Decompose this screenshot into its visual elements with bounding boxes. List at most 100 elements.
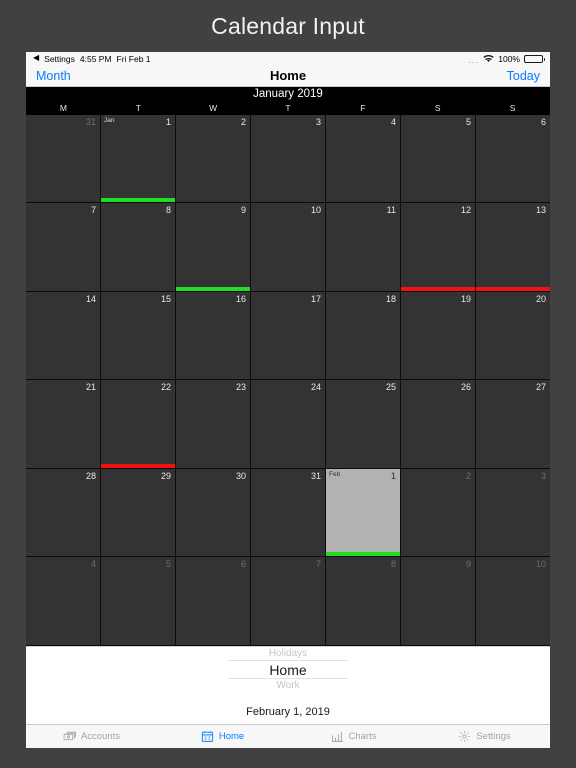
calendar-day-cell[interactable]: Feb 1 bbox=[326, 468, 401, 557]
day-number: 22 bbox=[160, 382, 171, 393]
day-number: 30 bbox=[235, 470, 246, 481]
day-number: 15 bbox=[160, 293, 171, 304]
today-button[interactable]: Today bbox=[507, 69, 540, 83]
day-number: 20 bbox=[535, 293, 546, 304]
day-number: 8 bbox=[390, 559, 396, 570]
event-bar-red[interactable] bbox=[401, 286, 475, 291]
calendar-day-cell[interactable]: 29 bbox=[101, 463, 176, 557]
calendar-day-cell[interactable]: 2 bbox=[176, 114, 251, 203]
calendar-day-cell[interactable]: 17 bbox=[251, 291, 326, 380]
calendar-day-cell[interactable]: 5 bbox=[401, 114, 476, 203]
calendar-day-cell[interactable]: 16 bbox=[176, 291, 251, 380]
day-number: 25 bbox=[385, 382, 396, 393]
calendar-day-cell[interactable]: 8 bbox=[101, 203, 176, 291]
day-number: 5 bbox=[465, 116, 471, 127]
event-bar-green[interactable] bbox=[176, 286, 250, 291]
calendar-day-cell[interactable]: 14 bbox=[26, 291, 101, 380]
day-number: 19 bbox=[460, 293, 471, 304]
day-number: 7 bbox=[315, 559, 321, 570]
day-number: 10 bbox=[535, 559, 546, 570]
day-number: 6 bbox=[540, 116, 546, 127]
status-bar-right: .... 100% bbox=[468, 54, 545, 65]
calendar-day-cell[interactable]: 25 bbox=[326, 380, 401, 468]
day-number: 2 bbox=[240, 116, 246, 127]
calendar-day-cell[interactable]: 23 bbox=[176, 380, 251, 468]
picker-option-above[interactable]: Holidays bbox=[228, 647, 348, 660]
weekday-header: S bbox=[509, 102, 516, 113]
day-number: 1 bbox=[165, 116, 171, 127]
calendar-day-cell[interactable]: 31 bbox=[26, 114, 101, 203]
calendar-week-row: 31 Jan 1 2 3 4 5 6 bbox=[26, 114, 550, 204]
tab-settings[interactable]: Settings bbox=[419, 725, 550, 748]
calendar-day-cell[interactable]: 3 bbox=[251, 114, 326, 203]
day-number: 9 bbox=[240, 205, 246, 216]
calendar-day-cell[interactable]: 3 bbox=[476, 468, 550, 557]
calendar-day-cell[interactable]: 15 bbox=[101, 291, 176, 380]
calendar-day-cell[interactable]: 6 bbox=[476, 114, 550, 203]
calendar-day-cell[interactable]: Jan 1 bbox=[101, 114, 176, 203]
status-bar-left[interactable]: ◀ Settings 4:55 PM Fri Feb 1 bbox=[33, 54, 151, 64]
status-back-label[interactable]: Settings bbox=[44, 54, 75, 64]
day-number: 18 bbox=[385, 293, 396, 304]
calendar-day-cell[interactable]: 22 bbox=[101, 380, 176, 468]
event-bar-green[interactable] bbox=[101, 198, 175, 203]
day-number: 16 bbox=[235, 293, 246, 304]
calendar-day-cell[interactable]: 5 bbox=[101, 557, 176, 645]
calendar-day-cell[interactable]: 18 bbox=[326, 291, 401, 380]
calendar-week-row: 28 29 30 31 Feb 1 2 3 bbox=[26, 463, 550, 558]
month-button[interactable]: Month bbox=[36, 69, 71, 83]
calendar-day-cell[interactable]: 7 bbox=[26, 203, 101, 291]
day-number: 3 bbox=[315, 116, 321, 127]
event-bar-green[interactable] bbox=[326, 552, 400, 557]
calendar-day-cell[interactable]: 30 bbox=[176, 468, 251, 557]
calendar-day-cell[interactable]: 2 bbox=[401, 468, 476, 557]
picker-option-selected[interactable]: Home bbox=[228, 659, 348, 679]
calendar-day-cell[interactable]: 24 bbox=[251, 380, 326, 468]
calendar-day-cell[interactable]: 12 bbox=[401, 203, 476, 291]
wifi-icon bbox=[483, 54, 494, 63]
day-number: 27 bbox=[535, 382, 546, 393]
calendar-day-cell[interactable]: 26 bbox=[401, 380, 476, 468]
status-time: 4:55 PM bbox=[79, 53, 112, 64]
calendar-day-cell[interactable]: 10 bbox=[251, 203, 326, 291]
calendar-picker[interactable]: Holidays Home Work bbox=[228, 647, 348, 692]
calendar-day-cell[interactable]: 27 bbox=[476, 380, 550, 468]
picker-option-below[interactable]: Work bbox=[228, 679, 348, 692]
back-arrow-icon[interactable]: ◀ bbox=[33, 54, 39, 62]
calendar-day-cell[interactable]: 9 bbox=[401, 557, 476, 645]
day-number: 10 bbox=[310, 205, 321, 216]
day-number: 11 bbox=[386, 205, 396, 216]
calendar-day-cell[interactable]: 31 bbox=[251, 468, 326, 557]
calendar-day-cell[interactable]: 7 bbox=[251, 557, 326, 645]
day-number: 8 bbox=[165, 205, 171, 216]
calendar-day-cell[interactable]: 4 bbox=[26, 557, 101, 645]
calendar-day-cell[interactable]: 28 bbox=[26, 468, 101, 557]
weekday-header: W bbox=[209, 102, 218, 113]
calendar-day-cell[interactable]: 11 bbox=[326, 203, 401, 291]
calendar-day-cell[interactable]: 19 bbox=[401, 291, 476, 380]
weekday-header: S bbox=[434, 102, 441, 113]
day-number: 12 bbox=[460, 205, 471, 216]
calendar-week-row: 21 22 23 24 25 26 27 bbox=[26, 380, 550, 469]
battery-icon bbox=[524, 54, 545, 64]
calendar-day-cell[interactable]: 9 bbox=[176, 203, 251, 291]
detail-panel: Holidays Home Work February 1, 2019 bbox=[26, 645, 550, 724]
calendar-month-header: January 2019 bbox=[26, 86, 550, 102]
calendar-day-cell[interactable]: 21 bbox=[26, 380, 101, 468]
calendar-day-cell[interactable]: 8 bbox=[326, 557, 401, 645]
tab-charts[interactable]: Charts bbox=[288, 725, 419, 748]
calendar-day-cell[interactable]: 4 bbox=[326, 114, 401, 203]
calendar-day-cell[interactable]: 20 bbox=[476, 291, 550, 380]
day-number: 9 bbox=[465, 559, 471, 570]
weekday-header: M bbox=[59, 102, 67, 113]
tab-home[interactable]: Home bbox=[157, 725, 288, 748]
page-title: Calendar Input bbox=[211, 12, 365, 39]
tab-accounts[interactable]: Accounts bbox=[26, 725, 157, 748]
event-bar-red[interactable] bbox=[101, 463, 175, 468]
calendar-day-cell[interactable]: 13 bbox=[476, 203, 550, 291]
day-number: 6 bbox=[240, 559, 246, 570]
day-number: 2 bbox=[465, 470, 471, 481]
event-bar-red[interactable] bbox=[476, 286, 550, 291]
calendar-day-cell[interactable]: 10 bbox=[476, 557, 550, 645]
calendar-day-cell[interactable]: 6 bbox=[176, 557, 251, 645]
